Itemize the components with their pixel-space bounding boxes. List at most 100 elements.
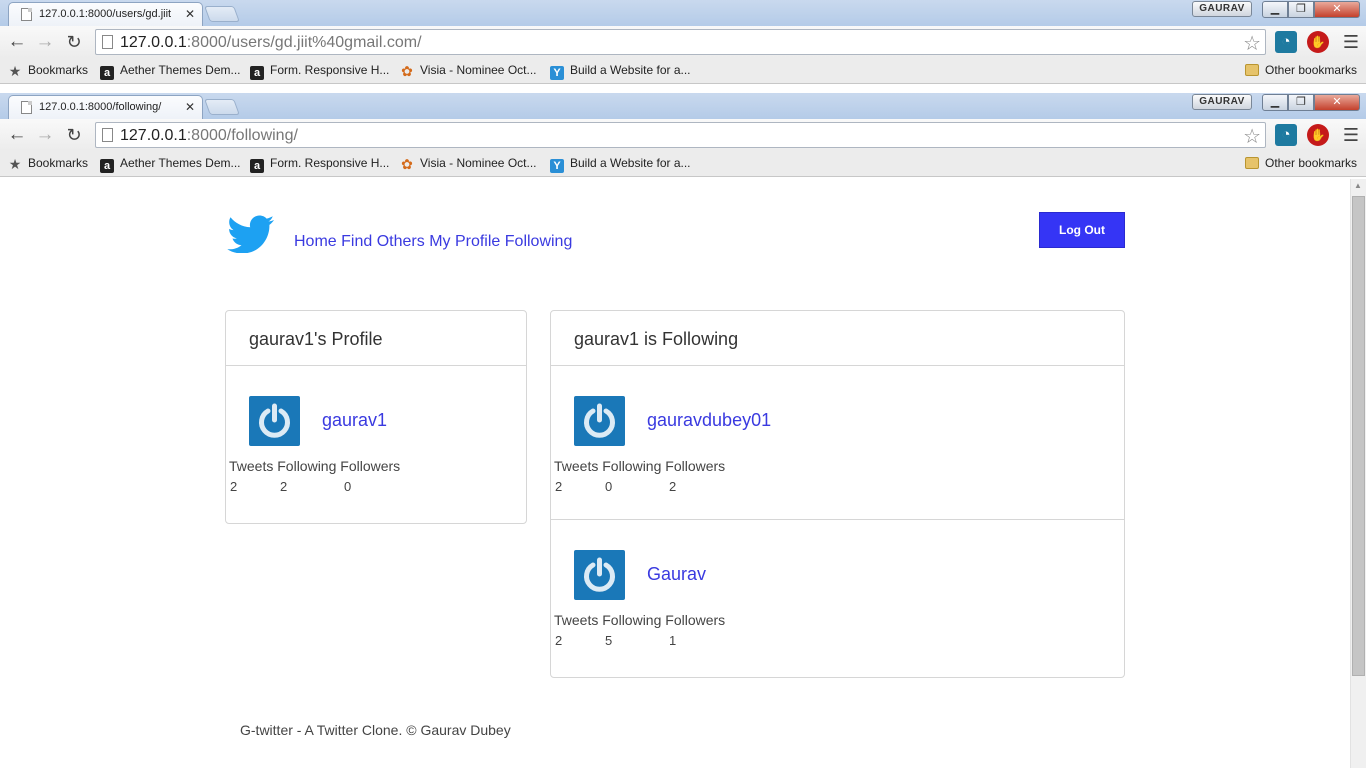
browser-tab[interactable]: 127.0.0.1:8000/following/ ✕	[8, 95, 203, 119]
profile-panel: gaurav1's Profile gaurav1 Tweets Followi…	[225, 310, 527, 524]
stats-header: Tweets Following Followers	[554, 458, 726, 474]
page-icon	[102, 35, 113, 49]
main-nav: Home Find Others My Profile Following	[294, 233, 572, 251]
url-text: 127.0.0.1:8000/users/gd.jiit%40gmail.com…	[120, 34, 422, 51]
following-count: 0	[605, 479, 613, 494]
bookmark-item[interactable]: a Form. Responsive H...	[250, 156, 389, 173]
following-panel: gaurav1 is Following gauravdubey01 Tweet…	[550, 310, 1125, 678]
forward-icon[interactable]: →	[34, 124, 56, 146]
star-icon: ★	[8, 156, 22, 172]
username-link[interactable]: Gaurav	[647, 564, 706, 585]
back-icon[interactable]: ←	[6, 31, 28, 53]
nav-home[interactable]: Home	[294, 233, 337, 250]
y-icon: Y	[550, 159, 564, 173]
scroll-up-icon[interactable]: ▲	[1354, 181, 1362, 190]
bookmark-item[interactable]: a Aether Themes Dem...	[100, 63, 241, 80]
other-bookmarks[interactable]: Other bookmarks	[1245, 156, 1357, 170]
y-icon: Y	[550, 66, 564, 80]
close-window-button[interactable]: ✕	[1314, 94, 1360, 111]
visia-icon: ✿	[401, 156, 413, 172]
page-content: Home Find Others My Profile Following Lo…	[0, 179, 1350, 768]
following-count: 5	[605, 633, 613, 648]
page-icon	[21, 8, 32, 21]
followers-count: 1	[669, 633, 677, 648]
profile-entry: gaurav1 Tweets Following Followers 2 2 0	[226, 366, 526, 519]
tab-title: 127.0.0.1:8000/users/gd.jiit	[39, 8, 172, 20]
footer-text: G-twitter - A Twitter Clone. © Gaurav Du…	[240, 722, 511, 738]
stats-header: Tweets Following Followers	[554, 612, 726, 628]
user-badge[interactable]: GAURAV	[1192, 94, 1252, 110]
title-bar: 127.0.0.1:8000/following/ ✕ GAURAV ▁ ❐ ✕	[0, 93, 1366, 119]
bookmarks-button[interactable]: ★ Bookmarks	[8, 156, 88, 171]
reload-icon[interactable]: ↻	[63, 31, 85, 53]
following-count: 2	[280, 479, 288, 494]
avatar[interactable]	[574, 550, 625, 600]
extension-icon[interactable]: ◔	[1275, 31, 1297, 53]
new-tab-button[interactable]	[204, 99, 240, 115]
vertical-scrollbar[interactable]: ▲	[1350, 179, 1366, 768]
bookmark-item[interactable]: Y Build a Website for a...	[550, 156, 691, 173]
bookmarks-button[interactable]: ★ Bookmarks	[8, 63, 88, 78]
bookmark-item[interactable]: ✿ Visia - Nominee Oct...	[400, 156, 536, 171]
power-icon	[584, 403, 615, 438]
power-icon	[259, 403, 290, 438]
twitter-bird-logo[interactable]	[227, 215, 275, 253]
bookmark-item[interactable]: a Aether Themes Dem...	[100, 156, 241, 173]
extension-icon[interactable]: ◔	[1275, 124, 1297, 146]
close-tab-icon[interactable]: ✕	[185, 7, 195, 21]
power-icon	[584, 557, 615, 592]
nav-my-profile[interactable]: My Profile	[429, 233, 500, 250]
avatar[interactable]	[249, 396, 300, 446]
back-icon[interactable]: ←	[6, 124, 28, 146]
a-icon: a	[250, 159, 264, 173]
url-text: 127.0.0.1:8000/following/	[120, 127, 298, 144]
reload-icon[interactable]: ↻	[63, 124, 85, 146]
bookmark-item[interactable]: ✿ Visia - Nominee Oct...	[400, 63, 536, 78]
bookmark-item[interactable]: a Form. Responsive H...	[250, 63, 389, 80]
minimize-button[interactable]: ▁	[1262, 1, 1288, 18]
browser-window-back: 127.0.0.1:8000/users/gd.jiit ✕ GAURAV ▁ …	[0, 0, 1366, 90]
toolbar: ← → ↻ 127.0.0.1:8000/following/ ☆ ◔ ✋ ☰	[0, 119, 1366, 151]
panel-title: gaurav1 is Following	[551, 311, 1124, 366]
bookmarks-bar: ★ Bookmarks a Aether Themes Dem... a Form. …	[0, 58, 1366, 84]
menu-icon[interactable]: ☰	[1340, 124, 1362, 146]
followers-count: 0	[344, 479, 352, 494]
scrollbar-thumb[interactable]	[1352, 196, 1365, 676]
following-entry: gauravdubey01 Tweets Following Followers…	[551, 366, 1124, 519]
bookmark-star-icon[interactable]: ☆	[1243, 31, 1261, 56]
browser-window-front: 127.0.0.1:8000/following/ ✕ GAURAV ▁ ❐ ✕…	[0, 93, 1366, 179]
bookmark-star-icon[interactable]: ☆	[1243, 124, 1261, 149]
address-bar[interactable]: 127.0.0.1:8000/users/gd.jiit%40gmail.com…	[95, 29, 1266, 55]
close-tab-icon[interactable]: ✕	[185, 100, 195, 114]
tweets-count: 2	[230, 479, 238, 494]
minimize-button[interactable]: ▁	[1262, 94, 1288, 111]
username-link[interactable]: gauravdubey01	[647, 410, 771, 431]
toolbar: ← → ↻ 127.0.0.1:8000/users/gd.jiit%40gma…	[0, 26, 1366, 58]
maximize-button[interactable]: ❐	[1288, 1, 1314, 18]
nav-following[interactable]: Following	[505, 233, 573, 250]
following-entry: Gaurav Tweets Following Followers 2 5 1	[551, 519, 1124, 672]
maximize-button[interactable]: ❐	[1288, 94, 1314, 111]
folder-icon	[1245, 157, 1259, 169]
browser-tab[interactable]: 127.0.0.1:8000/users/gd.jiit ✕	[8, 2, 203, 26]
username-link[interactable]: gaurav1	[322, 410, 387, 431]
tab-title: 127.0.0.1:8000/following/	[39, 101, 162, 113]
user-badge[interactable]: GAURAV	[1192, 1, 1252, 17]
stats-header: Tweets Following Followers	[229, 458, 401, 474]
panel-title: gaurav1's Profile	[226, 311, 526, 366]
logout-button[interactable]: Log Out	[1039, 212, 1125, 248]
a-icon: a	[100, 159, 114, 173]
close-window-button[interactable]: ✕	[1314, 1, 1360, 18]
address-bar[interactable]: 127.0.0.1:8000/following/ ☆	[95, 122, 1266, 148]
bookmark-item[interactable]: Y Build a Website for a...	[550, 63, 691, 80]
adblock-icon[interactable]: ✋	[1307, 124, 1329, 146]
nav-find-others[interactable]: Find Others	[341, 233, 425, 250]
menu-icon[interactable]: ☰	[1340, 31, 1362, 53]
avatar[interactable]	[574, 396, 625, 446]
adblock-icon[interactable]: ✋	[1307, 31, 1329, 53]
title-bar: 127.0.0.1:8000/users/gd.jiit ✕ GAURAV ▁ …	[0, 0, 1366, 26]
forward-icon[interactable]: →	[34, 31, 56, 53]
other-bookmarks[interactable]: Other bookmarks	[1245, 63, 1357, 77]
new-tab-button[interactable]	[204, 6, 240, 22]
page-icon	[21, 101, 32, 114]
